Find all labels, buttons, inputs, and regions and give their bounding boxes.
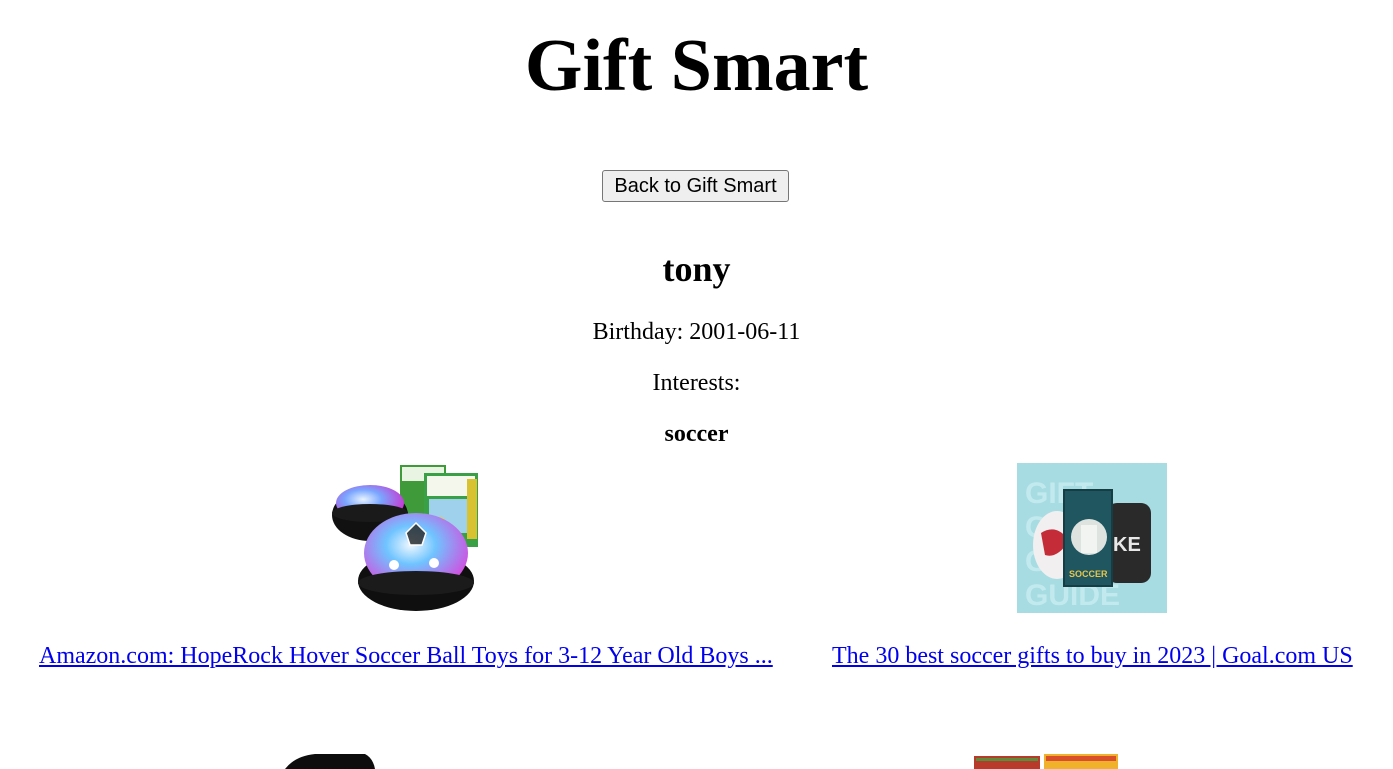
back-to-gift-smart-button[interactable]: Back to Gift Smart xyxy=(602,170,789,202)
boxed-game-product-image[interactable] xyxy=(972,754,1122,769)
page: Gift Smart Back to Gift Smart tony Birth… xyxy=(0,0,1393,769)
interests-label: Interests: xyxy=(652,370,741,396)
person-name: tony xyxy=(662,249,731,289)
interest-soccer: soccer xyxy=(664,421,729,447)
hover-soccer-ball-product-image[interactable] xyxy=(330,463,480,613)
birthday-text: Birthday: 2001-06-11 xyxy=(592,319,801,345)
svg-text:KE: KE xyxy=(1113,534,1141,556)
site-title: Gift Smart xyxy=(524,25,869,107)
soccer-gift-guide-illustration: GIFT GUIDE GIFT GUIDE KE SOCCER xyxy=(1025,477,1151,612)
boxed-game-illustration xyxy=(974,754,1118,769)
soccer-gift-guide-image[interactable]: GIFT GUIDE GIFT GUIDE KE SOCCER xyxy=(1017,463,1167,613)
gift-link-soccer-gift-guide[interactable]: The 30 best soccer gifts to buy in 2023 … xyxy=(832,642,1353,670)
gift-link-hover-soccer-ball[interactable]: Amazon.com: HopeRock Hover Soccer Ball T… xyxy=(39,642,773,670)
black-gift-illustration xyxy=(285,754,375,769)
svg-text:SOCCER: SOCCER xyxy=(1069,569,1108,579)
black-gift-product-image[interactable] xyxy=(255,752,405,769)
hover-soccer-ball-illustration xyxy=(332,465,478,611)
